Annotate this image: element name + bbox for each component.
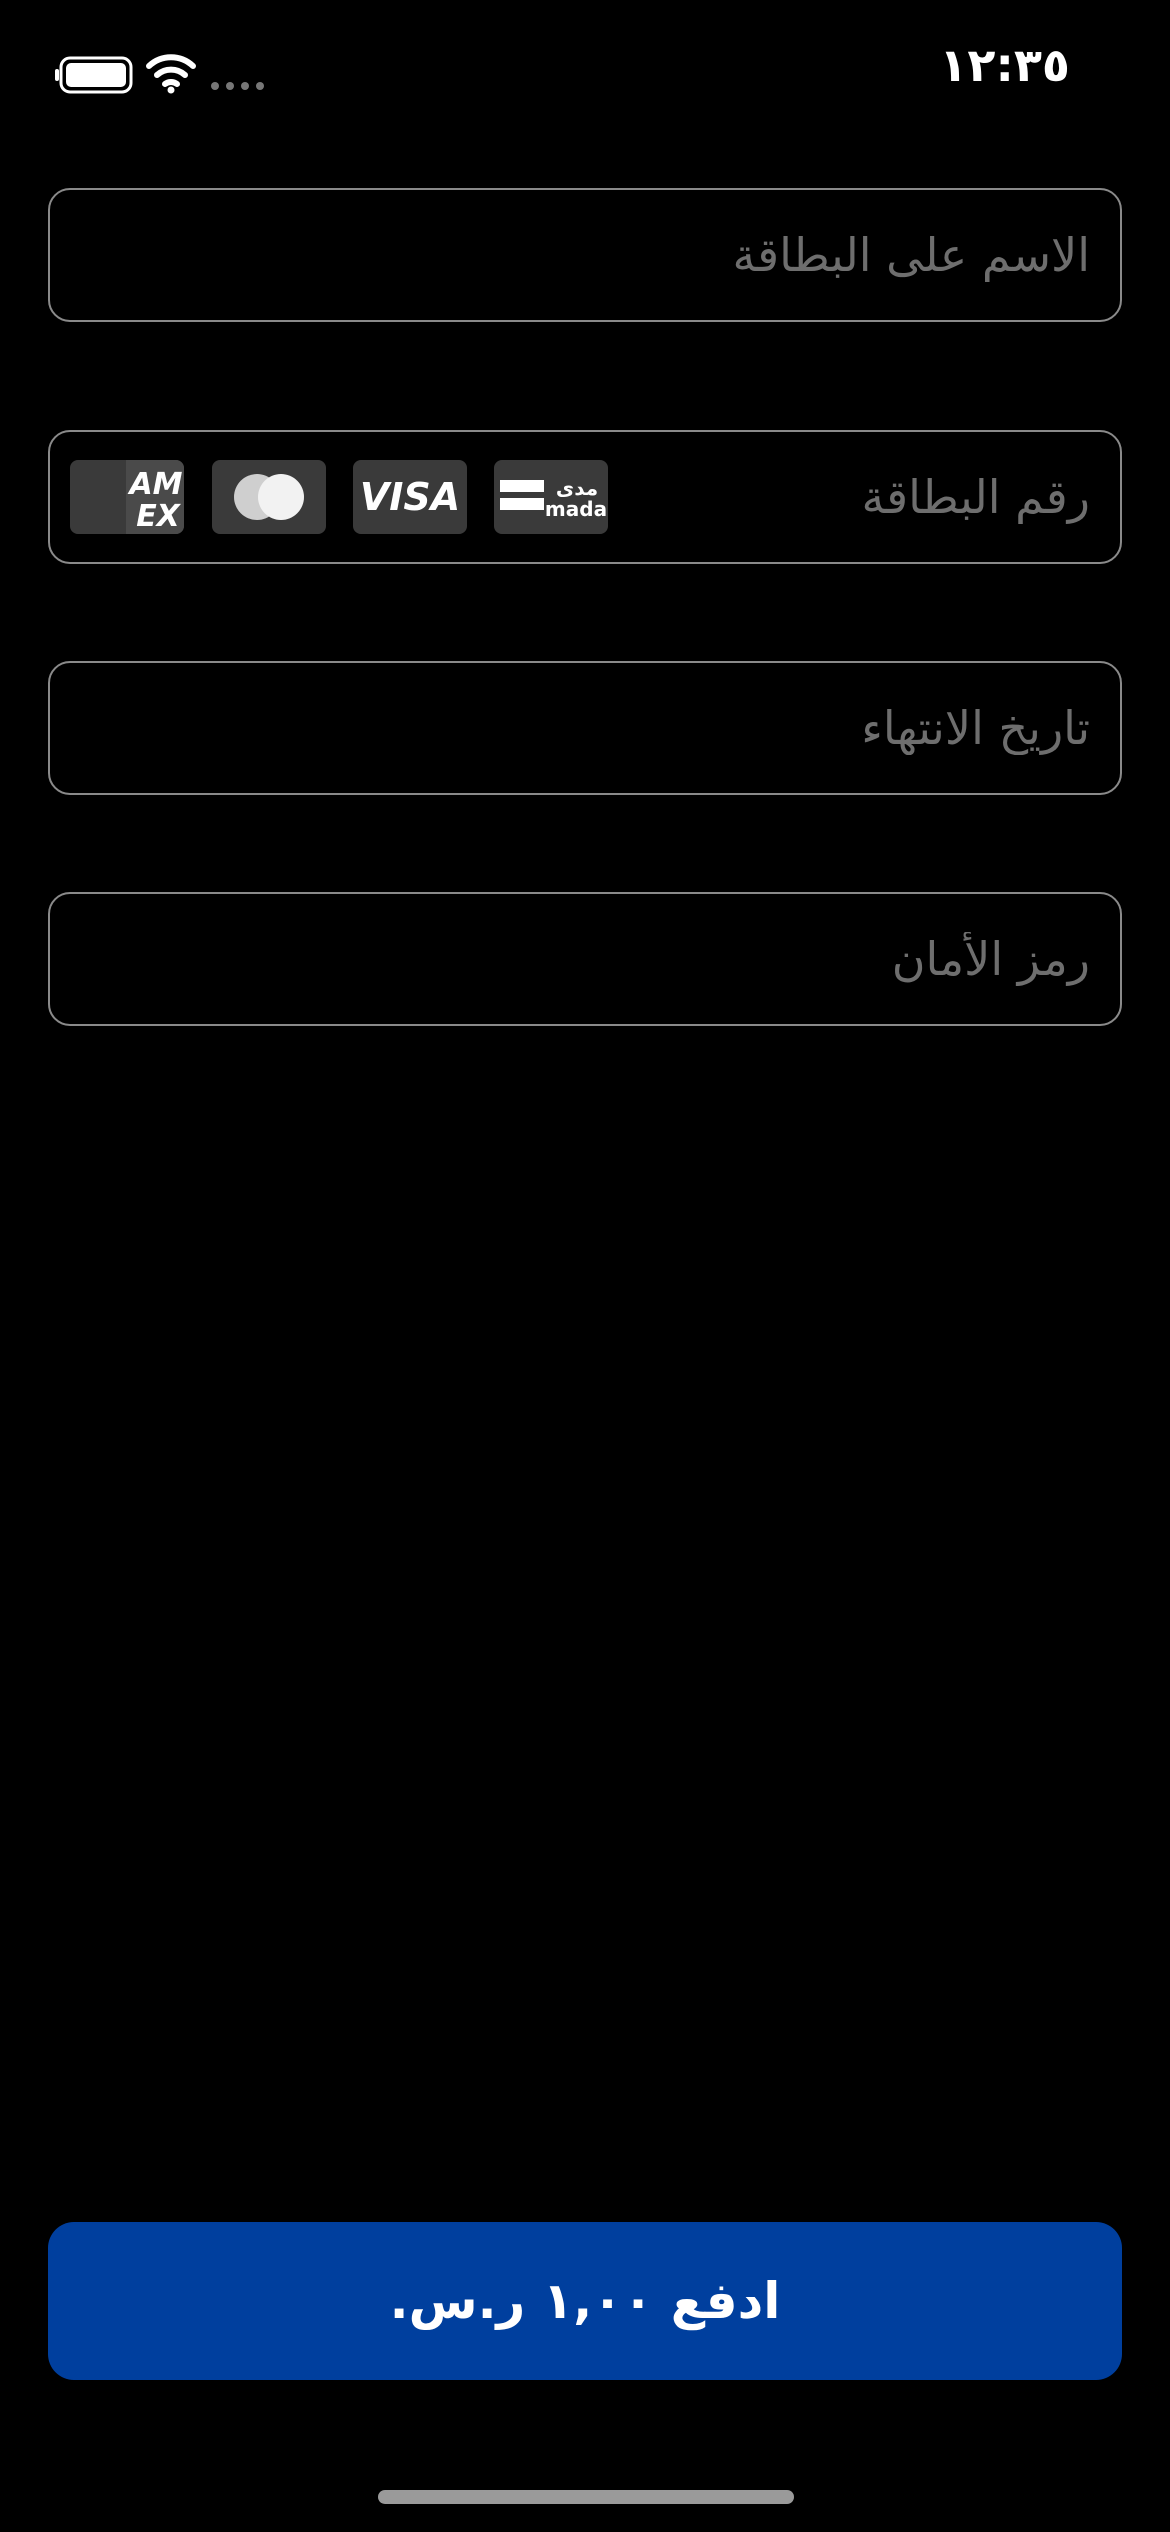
cellular-signal-dots-icon bbox=[211, 82, 264, 90]
security-code-field[interactable] bbox=[48, 892, 1122, 1026]
amex-logo-top: AM bbox=[127, 467, 182, 502]
battery-full-icon bbox=[55, 56, 133, 94]
card-name-input[interactable] bbox=[80, 190, 1090, 320]
wifi-icon bbox=[146, 54, 196, 94]
card-number-field[interactable]: AM EX VISA مدى mada bbox=[48, 430, 1122, 564]
mastercard-logo-icon bbox=[212, 460, 326, 534]
pay-button-label: ادفع ١,٠٠ ر.س. bbox=[389, 2272, 781, 2330]
card-number-input[interactable] bbox=[530, 432, 1090, 562]
amex-logo-icon: AM EX bbox=[70, 460, 184, 534]
expiry-date-input[interactable] bbox=[80, 663, 1090, 793]
visa-logo-icon: VISA bbox=[353, 460, 467, 534]
expiry-date-field[interactable] bbox=[48, 661, 1122, 795]
pay-button[interactable]: ادفع ١,٠٠ ر.س. bbox=[48, 2222, 1122, 2380]
home-indicator[interactable] bbox=[378, 2490, 794, 2504]
security-code-input[interactable] bbox=[80, 894, 1090, 1024]
visa-logo-text: VISA bbox=[360, 475, 460, 519]
card-name-field[interactable] bbox=[48, 188, 1122, 322]
status-bar: ١٢:٣٥ bbox=[0, 0, 1170, 150]
amex-logo-bottom: EX bbox=[136, 499, 181, 534]
status-time: ١٢:٣٥ bbox=[939, 38, 1070, 92]
